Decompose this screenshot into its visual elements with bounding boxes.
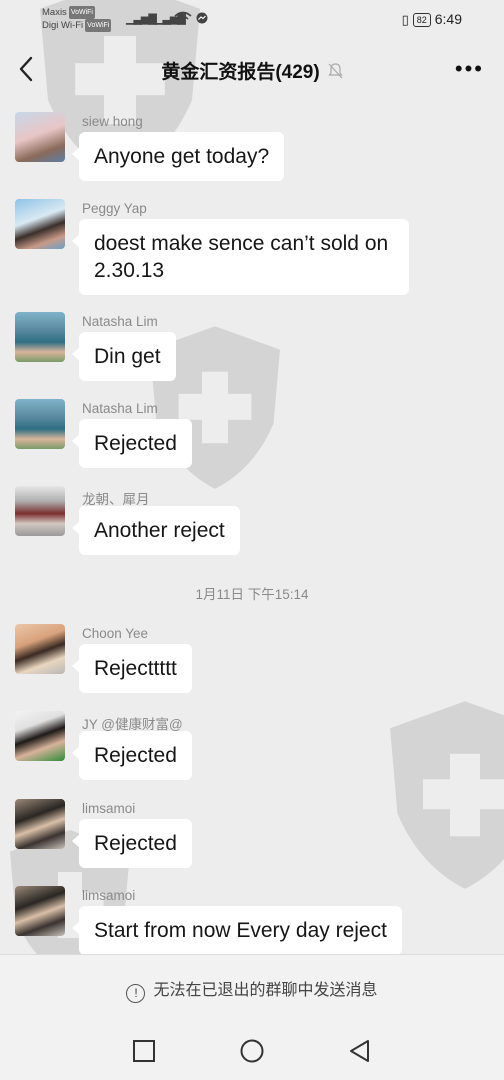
vowifi-badge: VoWiFi bbox=[85, 19, 112, 32]
sender-name: Natasha Lim bbox=[82, 401, 158, 416]
message-bubble[interactable]: Rejected bbox=[72, 819, 192, 868]
sender-name: limsamoi bbox=[82, 801, 136, 816]
message-bubble[interactable]: Another reject bbox=[72, 506, 240, 555]
clock: 6:49 bbox=[434, 11, 462, 27]
avatar[interactable] bbox=[15, 799, 65, 849]
recents-square-icon[interactable] bbox=[131, 1038, 157, 1064]
chat-header: 黄金汇资报告(429) ••• bbox=[0, 40, 504, 98]
input-disabled-bar: ! 无法在已退出的群聊中发送消息 bbox=[0, 954, 504, 1021]
disabled-notice: ! 无法在已退出的群聊中发送消息 bbox=[0, 976, 504, 1003]
avatar[interactable] bbox=[15, 112, 65, 162]
avatar[interactable] bbox=[15, 711, 65, 761]
page-title: 黄金汇资报告(429) bbox=[0, 57, 504, 84]
avatar[interactable] bbox=[15, 399, 65, 449]
vibrate-icon: ▯ bbox=[401, 12, 409, 27]
avatar[interactable] bbox=[15, 624, 65, 674]
time-divider: 1月11日 下午15:14 bbox=[195, 587, 309, 602]
sender-name: 龙朝、犀月 bbox=[82, 492, 150, 507]
back-triangle-icon[interactable] bbox=[347, 1038, 373, 1064]
message-bubble[interactable]: Din get bbox=[72, 332, 176, 381]
vowifi-badge: VoWiFi bbox=[68, 6, 95, 19]
carrier2-label: Digi Wi-Fi bbox=[42, 20, 84, 31]
messenger-icon bbox=[196, 12, 208, 24]
group-name: 黄金汇资报告(429) bbox=[161, 62, 320, 83]
sender-name: JY @健康财富@ bbox=[82, 717, 183, 732]
message-bubble[interactable]: Rejected bbox=[72, 731, 192, 780]
avatar[interactable] bbox=[15, 312, 65, 362]
home-circle-icon[interactable] bbox=[239, 1038, 265, 1064]
watermark-shield-icon bbox=[390, 701, 504, 889]
message-bubble[interactable]: doest make sence can’t sold on 2.30.13 bbox=[72, 219, 409, 295]
status-bar: Maxis VoWiFi Digi Wi-Fi VoWiFi ▁▃▅▇ ▁▃▅▇ ▯… bbox=[0, 0, 504, 40]
carrier-info: Maxis VoWiFi Digi Wi-Fi VoWiFi bbox=[42, 6, 112, 32]
message-bubble[interactable]: Anyone get today? bbox=[71, 132, 285, 181]
mute-bell-icon bbox=[327, 63, 343, 79]
sender-name: limsamoi bbox=[82, 888, 136, 903]
status-right: ▯ 82 6:49 bbox=[402, 11, 462, 28]
message-bubble[interactable]: Rejecttttt bbox=[72, 644, 192, 693]
wifi-icon bbox=[174, 11, 192, 25]
sender-name: Peggy Yap bbox=[82, 201, 147, 216]
more-options-button[interactable]: ••• bbox=[455, 56, 484, 82]
avatar[interactable] bbox=[15, 199, 65, 249]
battery-indicator: 82 bbox=[412, 13, 431, 27]
message-bubble[interactable]: Rejected bbox=[72, 419, 192, 468]
info-icon: ! bbox=[126, 984, 146, 1003]
system-nav-bar bbox=[0, 1020, 504, 1080]
sender-name: Natasha Lim bbox=[82, 314, 158, 329]
notice-text: 无法在已退出的群聊中发送消息 bbox=[153, 982, 378, 999]
sender-name: Choon Yee bbox=[82, 626, 149, 641]
signal-icon: ▁▃▅▇ bbox=[126, 13, 157, 25]
carrier1-label: Maxis bbox=[42, 7, 67, 18]
message-bubble[interactable]: Start from now Every day reject bbox=[72, 906, 402, 955]
avatar[interactable] bbox=[15, 886, 65, 936]
sender-name: siew hong bbox=[82, 114, 143, 129]
avatar[interactable] bbox=[15, 486, 65, 536]
